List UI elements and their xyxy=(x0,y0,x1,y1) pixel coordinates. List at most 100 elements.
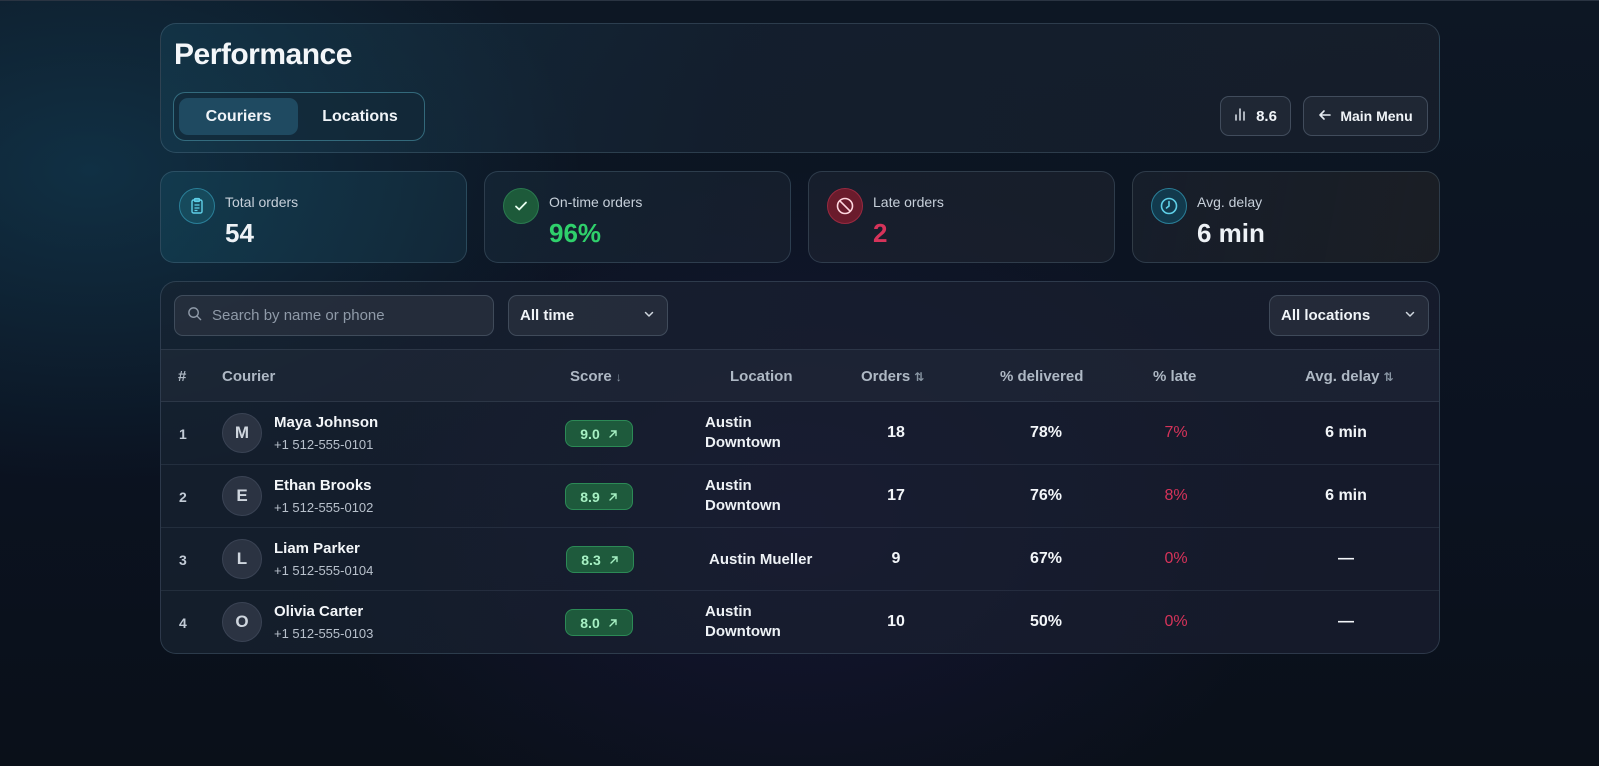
score-badge: 8.9 xyxy=(565,483,633,510)
location-line-2: Downtown xyxy=(705,434,781,451)
courier-name: Liam Parker xyxy=(274,540,360,557)
stat-label: Late orders xyxy=(873,194,944,210)
score-value: 8.0 xyxy=(580,614,600,631)
col-header-score[interactable]: Score ↓ xyxy=(570,368,622,385)
search-box[interactable] xyxy=(174,295,494,336)
search-input[interactable] xyxy=(212,307,482,324)
delivered-pct: 78% xyxy=(1029,424,1063,441)
sort-icon: ⇅ xyxy=(914,370,925,384)
main-menu-label: Main Menu xyxy=(1340,108,1413,124)
location-select[interactable]: All locations xyxy=(1269,295,1429,336)
stat-card-late-orders: Late orders 2 xyxy=(808,171,1115,263)
location-line-1: Austin Mueller xyxy=(709,551,813,568)
courier-phone: +1 512-555-0103 xyxy=(274,626,374,641)
late-pct: 0% xyxy=(1164,550,1188,567)
avatar: E xyxy=(222,476,262,516)
row-index: 4 xyxy=(179,615,187,631)
page-title: Performance xyxy=(174,38,352,71)
col-header-score-label: Score xyxy=(570,368,612,385)
col-header-avg-delay[interactable]: Avg. delay ⇅ xyxy=(1305,368,1394,385)
table-row[interactable]: 4 O Olivia Carter +1 512-555-0103 8.0 Au… xyxy=(161,591,1439,653)
location-line-1: Austin xyxy=(705,414,752,431)
col-header-location[interactable]: Location xyxy=(730,368,793,385)
avatar: O xyxy=(222,602,262,642)
col-header-index: # xyxy=(178,368,187,385)
col-header-avg-delay-label: Avg. delay xyxy=(1305,368,1380,385)
location-line-2: Downtown xyxy=(705,497,781,514)
top-divider xyxy=(0,0,1599,1)
location-cell: Austin Downtown xyxy=(705,413,855,453)
main-menu-button[interactable]: Main Menu xyxy=(1303,96,1428,136)
view-toggle: Couriers Locations xyxy=(173,92,425,141)
location-line-2: Downtown xyxy=(705,623,781,640)
avg-delay: 6 min xyxy=(1325,487,1367,504)
score-badge: 8.3 xyxy=(566,546,634,573)
avg-delay: 6 min xyxy=(1325,424,1367,441)
late-pct: 8% xyxy=(1164,487,1188,504)
table-row[interactable]: 1 M Maya Johnson +1 512-555-0101 9.0 Aus… xyxy=(161,402,1439,465)
overall-score-value: 8.6 xyxy=(1256,107,1277,125)
overall-score-chip[interactable]: 8.6 xyxy=(1220,96,1291,136)
stat-label: On-time orders xyxy=(549,194,643,210)
stat-card-on-time-orders: On-time orders 96% xyxy=(484,171,791,263)
col-header-courier[interactable]: Courier xyxy=(222,368,275,385)
stat-card-total-orders: Total orders 54 xyxy=(160,171,467,263)
courier-phone: +1 512-555-0101 xyxy=(274,437,374,452)
delivered-pct: 76% xyxy=(1029,487,1063,504)
orders-count: 10 xyxy=(887,613,905,630)
orders-count: 17 xyxy=(887,487,905,504)
col-header-orders-label: Orders xyxy=(861,368,911,385)
table-row[interactable]: 3 L Liam Parker +1 512-555-0104 8.3 Aust… xyxy=(161,528,1439,591)
delivered-pct: 50% xyxy=(1029,613,1063,630)
time-range-value: All time xyxy=(520,307,575,324)
table-row[interactable]: 2 E Ethan Brooks +1 512-555-0102 8.9 Aus… xyxy=(161,465,1439,528)
row-index: 2 xyxy=(179,489,187,505)
col-header-orders[interactable]: Orders ⇅ xyxy=(861,368,924,385)
clock-icon xyxy=(1151,188,1187,224)
trend-up-icon xyxy=(608,615,618,631)
stat-label: Total orders xyxy=(225,194,299,210)
courier-name: Olivia Carter xyxy=(274,603,364,620)
orders-count: 9 xyxy=(891,550,901,567)
courier-phone: +1 512-555-0104 xyxy=(274,563,374,578)
avg-delay: — xyxy=(1338,613,1354,630)
arrow-down-icon: ↓ xyxy=(615,370,622,384)
tab-couriers[interactable]: Couriers xyxy=(179,98,298,135)
location-line-1: Austin xyxy=(705,477,752,494)
orders-count: 18 xyxy=(887,424,905,441)
stat-value-avg-delay: 6 min xyxy=(1197,218,1265,248)
score-badge: 8.0 xyxy=(565,609,633,636)
stat-value-total-orders: 54 xyxy=(225,218,254,248)
search-icon xyxy=(187,306,202,326)
col-header-delivered[interactable]: % delivered xyxy=(1000,368,1083,385)
late-pct: 0% xyxy=(1164,613,1188,630)
stat-value-late-orders: 2 xyxy=(873,218,888,248)
avatar: L xyxy=(222,539,262,579)
location-line-1: Austin xyxy=(705,603,752,620)
trend-up-icon xyxy=(608,489,618,505)
col-header-late[interactable]: % late xyxy=(1153,368,1196,385)
row-index: 1 xyxy=(179,426,187,442)
score-badge: 9.0 xyxy=(565,420,633,447)
stat-card-avg-delay: Avg. delay 6 min xyxy=(1132,171,1440,263)
header-panel: Performance Couriers Locations 8.6 Main … xyxy=(160,23,1440,153)
chevron-down-icon xyxy=(643,307,655,324)
score-value: 9.0 xyxy=(580,425,600,442)
location-cell: Austin Downtown xyxy=(705,476,855,516)
avatar: M xyxy=(222,413,262,453)
late-pct: 7% xyxy=(1164,424,1188,441)
courier-phone: +1 512-555-0102 xyxy=(274,500,374,515)
location-cell: Austin Mueller xyxy=(709,550,859,570)
table-header: # Courier Score ↓ Location Orders ⇅ % deli… xyxy=(161,349,1439,402)
arrow-left-icon xyxy=(1318,108,1332,125)
trend-up-icon xyxy=(608,426,618,442)
courier-name: Ethan Brooks xyxy=(274,477,372,494)
ban-icon xyxy=(827,188,863,224)
check-icon xyxy=(503,188,539,224)
courier-name: Maya Johnson xyxy=(274,414,379,431)
tab-locations[interactable]: Locations xyxy=(300,98,420,135)
row-index: 3 xyxy=(179,552,187,568)
time-range-select[interactable]: All time xyxy=(508,295,668,336)
score-value: 8.3 xyxy=(581,551,601,568)
location-filter-value: All locations xyxy=(1281,307,1371,324)
